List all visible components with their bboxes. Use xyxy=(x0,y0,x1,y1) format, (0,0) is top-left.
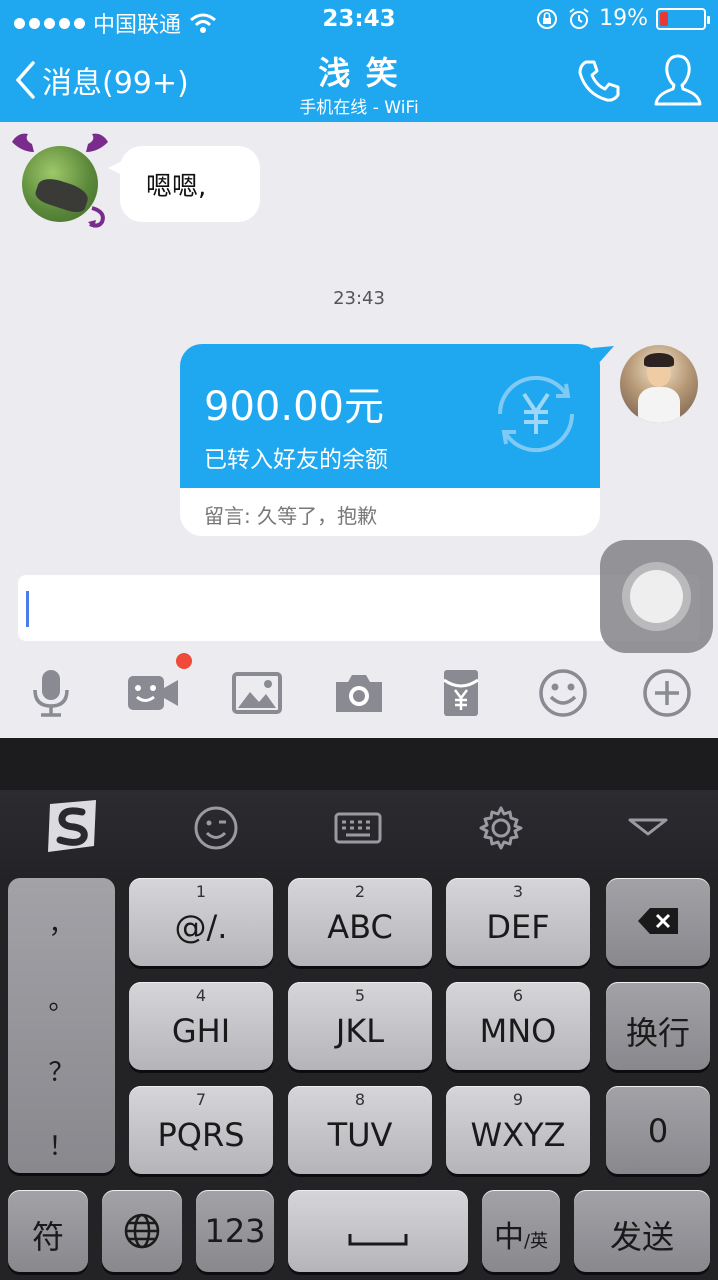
microphone-icon[interactable] xyxy=(24,666,78,720)
red-envelope-icon[interactable] xyxy=(434,666,488,720)
plus-icon[interactable] xyxy=(640,666,694,720)
key-7[interactable]: 7 PQRS xyxy=(129,1086,273,1174)
language-toggle-button[interactable]: 中/英 xyxy=(482,1190,560,1272)
key-0[interactable]: 0 xyxy=(606,1086,710,1174)
alarm-icon xyxy=(569,7,589,29)
key-3[interactable]: 3 DEF xyxy=(446,878,590,966)
collapse-icon[interactable] xyxy=(620,800,676,856)
punctuation-column[interactable]: ， 。 ？ ！ xyxy=(8,878,115,1173)
camera-icon[interactable] xyxy=(332,666,386,720)
globe-button[interactable] xyxy=(102,1190,182,1272)
battery-percent: 19% xyxy=(599,6,648,31)
transfer-note: 留言: 久等了，抱歉 xyxy=(204,504,378,528)
backspace-button[interactable] xyxy=(606,878,710,966)
message-timestamp: 23:43 xyxy=(333,288,385,309)
emoji-icon[interactable] xyxy=(536,666,590,720)
transfer-amount: 900.00元 xyxy=(204,384,384,430)
send-button[interactable]: 发送 xyxy=(574,1190,710,1272)
numbers-button[interactable]: 123 xyxy=(196,1190,274,1272)
image-icon[interactable] xyxy=(230,666,284,720)
key-9[interactable]: 9 WXYZ xyxy=(446,1086,590,1174)
message-input[interactable] xyxy=(18,575,700,641)
space-button[interactable] xyxy=(288,1190,468,1272)
status-bar: 中国联通 23:43 19% xyxy=(0,0,718,40)
yen-transfer-icon xyxy=(497,375,575,453)
punct-question[interactable]: ？ xyxy=(8,1052,115,1089)
rotation-lock-icon xyxy=(537,8,558,29)
transfer-card-header: 900.00元 已转入好友的余额 xyxy=(180,344,600,488)
key-4[interactable]: 4 GHI xyxy=(129,982,273,1070)
bubble-tail xyxy=(592,346,614,364)
key-6[interactable]: 6 MNO xyxy=(446,982,590,1070)
key-5[interactable]: 5 JKL xyxy=(288,982,432,1070)
devil-pendant-icon xyxy=(12,133,108,228)
punct-comma[interactable]: ， xyxy=(8,904,115,941)
key-8[interactable]: 8 TUV xyxy=(288,1086,432,1174)
gear-icon[interactable] xyxy=(473,800,529,856)
battery-level xyxy=(660,11,668,26)
backspace-icon xyxy=(638,908,678,934)
chat-header: 消息(99+) 浅 笑 手机在线 - WiFi xyxy=(0,40,718,122)
key-1[interactable]: 1 @/. xyxy=(129,878,273,966)
space-icon xyxy=(348,1234,408,1246)
punct-exclaim[interactable]: ！ xyxy=(8,1126,115,1163)
punct-period[interactable]: 。 xyxy=(8,980,115,1017)
symbols-button[interactable]: 符 xyxy=(8,1190,88,1272)
status-right: 19% xyxy=(535,6,710,31)
incoming-message-text: 嗯嗯, xyxy=(146,172,207,202)
transfer-card[interactable]: 900.00元 已转入好友的余额 留言: 久等了，抱歉 xyxy=(180,344,600,536)
chat-toolbar xyxy=(0,650,718,738)
phone-call-icon[interactable] xyxy=(574,56,624,106)
assistive-touch-button[interactable] xyxy=(600,540,713,653)
my-avatar[interactable] xyxy=(620,345,698,423)
globe-icon xyxy=(124,1213,160,1249)
incoming-message-bubble[interactable]: 嗯嗯, xyxy=(108,146,260,222)
profile-icon[interactable] xyxy=(652,52,704,108)
transfer-description: 已转入好友的余额 xyxy=(204,447,388,473)
top-bar: 中国联通 23:43 19% 消息(99+) 浅 笑 手机在线 - WiFi xyxy=(0,0,718,122)
video-call-icon[interactable] xyxy=(126,666,180,720)
battery-icon xyxy=(656,7,710,30)
emoji-icon[interactable] xyxy=(188,800,244,856)
key-2[interactable]: 2 ABC xyxy=(288,878,432,966)
newline-button[interactable]: 换行 xyxy=(606,982,710,1070)
keyboard-top-band xyxy=(0,738,718,790)
keyboard-icon[interactable] xyxy=(330,800,386,856)
sogou-logo[interactable] xyxy=(42,798,102,854)
notification-dot xyxy=(176,653,192,669)
text-caret xyxy=(26,591,29,627)
